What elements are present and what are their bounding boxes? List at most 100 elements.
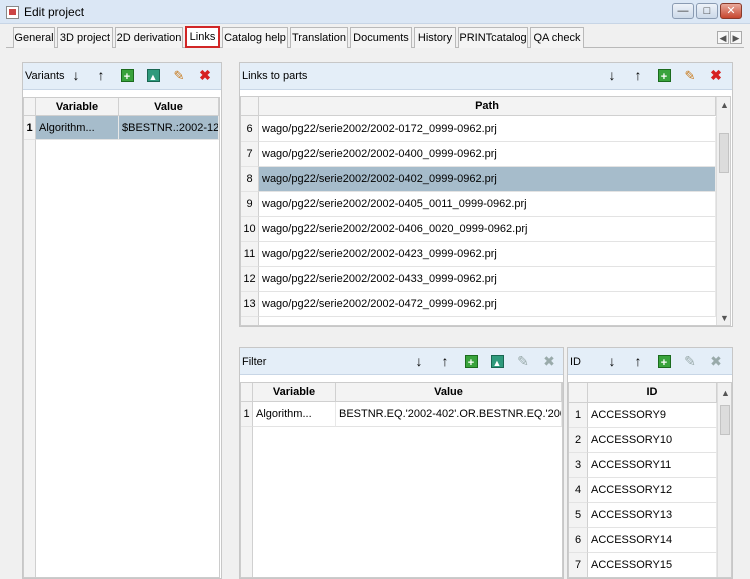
app-icon — [6, 6, 19, 19]
table-row[interactable]: wago/pg22/serie2002/2002-0400_0999-0962.… — [259, 142, 716, 167]
table-row-number[interactable]: 1 — [569, 403, 588, 428]
tab-history[interactable]: History — [414, 27, 456, 48]
edit-icon[interactable]: ✎ — [681, 66, 699, 84]
id-col-id[interactable]: ID — [588, 383, 717, 403]
table-row-number[interactable]: 1 — [24, 116, 36, 140]
close-button[interactable]: ✕ — [720, 3, 742, 19]
filter-col-variable[interactable]: Variable — [253, 383, 336, 402]
add-icon[interactable]: + — [118, 66, 136, 84]
table-row-number[interactable]: 1 — [241, 402, 253, 427]
table-row-number[interactable]: 5 — [569, 503, 588, 528]
arrow-down-icon[interactable]: ↓ — [67, 66, 85, 84]
tab-general[interactable]: General — [13, 27, 55, 48]
variants-cell-variable[interactable]: Algorithm... — [36, 116, 119, 140]
list-item[interactable]: ACCESSORY10 — [588, 428, 717, 453]
filter-row-header-strip — [241, 402, 253, 577]
variants-corner — [24, 98, 36, 116]
scroll-up-icon[interactable]: ▲ — [717, 97, 730, 113]
arrow-down-icon[interactable]: ↓ — [603, 66, 621, 84]
import-icon[interactable]: ▲ — [488, 352, 506, 370]
scroll-thumb[interactable] — [720, 405, 730, 435]
filter-cell-value[interactable]: BESTNR.EQ.'2002-402'.OR.BESTNR.EQ.'2002-… — [336, 402, 562, 427]
variants-title: Variants — [25, 70, 65, 82]
links-title: Links to parts — [242, 70, 308, 82]
edit-icon[interactable]: ✎ — [514, 352, 532, 370]
tab-printcatalog[interactable]: PRINTcatalog — [458, 27, 528, 48]
list-item[interactable]: ACCESSORY15 — [588, 553, 717, 577]
tab-qa-check[interactable]: QA check — [530, 27, 584, 48]
delete-icon[interactable]: ✖ — [196, 66, 214, 84]
table-row-number[interactable]: 6 — [569, 528, 588, 553]
table-row[interactable]: wago/pg22/serie2002/2002-0172_0999-0962.… — [259, 117, 716, 142]
minimize-button[interactable]: — — [672, 3, 694, 19]
list-item[interactable]: ACCESSORY11 — [588, 453, 717, 478]
tab-3d-project[interactable]: 3D project — [57, 27, 113, 48]
filter-corner — [241, 383, 253, 402]
arrow-up-icon[interactable]: ↑ — [629, 66, 647, 84]
maximize-button[interactable]: □ — [696, 3, 718, 19]
variants-col-variable[interactable]: Variable — [36, 98, 119, 116]
id-grid: ID 1 ACCESSORY9 2 ACCESSORY10 3 ACCESSOR… — [568, 382, 732, 578]
variants-col-value[interactable]: Value — [119, 98, 219, 116]
links-corner — [241, 97, 259, 116]
variants-row-header-strip — [24, 116, 36, 577]
variants-cell-value[interactable]: $BESTNR.:2002-1201 — [119, 116, 219, 140]
table-row-number[interactable]: 9 — [241, 192, 259, 217]
delete-icon[interactable]: ✖ — [540, 352, 558, 370]
scroll-down-icon[interactable]: ▼ — [717, 310, 730, 325]
filter-title: Filter — [242, 356, 267, 368]
table-row-number[interactable]: 11 — [241, 242, 259, 267]
table-row-number[interactable]: 8 — [241, 167, 259, 192]
tab-catalog-help[interactable]: Catalog help — [222, 27, 288, 48]
table-row-number[interactable]: 2 — [569, 428, 588, 453]
table-row-number[interactable]: 6 — [241, 117, 259, 142]
list-item[interactable]: ACCESSORY12 — [588, 478, 717, 503]
filter-cell-variable[interactable]: Algorithm... — [253, 402, 336, 427]
title-bar — [0, 0, 750, 24]
arrow-down-icon[interactable]: ↓ — [410, 352, 428, 370]
table-row-selected[interactable]: wago/pg22/serie2002/2002-0402_0999-0962.… — [259, 167, 716, 192]
edit-icon[interactable]: ✎ — [170, 66, 188, 84]
arrow-up-icon[interactable]: ↑ — [629, 352, 647, 370]
delete-icon[interactable]: ✖ — [707, 66, 725, 84]
add-icon[interactable]: + — [655, 352, 673, 370]
links-grid: Path 6 wago/pg22/serie2002/2002-0172_099… — [240, 96, 731, 326]
id-vertical-scrollbar[interactable]: ▲ — [717, 383, 731, 577]
tab-scroll-left-icon[interactable]: ◀ — [717, 31, 729, 44]
tab-2d-derivation[interactable]: 2D derivation — [115, 27, 183, 48]
arrow-up-icon[interactable]: ↑ — [92, 66, 110, 84]
table-row-number[interactable]: 10 — [241, 217, 259, 242]
tab-links[interactable]: Links — [185, 26, 220, 48]
table-row[interactable]: wago/pg22/serie2002/2002-0423_0999-0962.… — [259, 242, 716, 267]
filter-col-value[interactable]: Value — [336, 383, 562, 402]
links-vertical-scrollbar[interactable]: ▲ ▼ — [716, 97, 730, 325]
table-row-number[interactable]: 12 — [241, 267, 259, 292]
list-item[interactable]: ACCESSORY13 — [588, 503, 717, 528]
table-row-number[interactable]: 7 — [569, 553, 588, 577]
id-title: ID — [570, 356, 581, 368]
list-item[interactable]: ACCESSORY9 — [588, 403, 717, 428]
tab-scroll-right-icon[interactable]: ▶ — [730, 31, 742, 44]
table-row-number[interactable]: 4 — [569, 478, 588, 503]
add-icon[interactable]: + — [655, 66, 673, 84]
table-row[interactable]: wago/pg22/serie2002/2002-0472_0999-0962.… — [259, 292, 716, 317]
scroll-thumb[interactable] — [719, 133, 729, 173]
tab-translation[interactable]: Translation — [290, 27, 348, 48]
tab-documents[interactable]: Documents — [350, 27, 412, 48]
table-row-number[interactable]: 3 — [569, 453, 588, 478]
edit-icon[interactable]: ✎ — [681, 352, 699, 370]
delete-icon[interactable]: ✖ — [707, 352, 725, 370]
scroll-up-icon[interactable]: ▲ — [718, 385, 731, 401]
id-corner — [569, 383, 588, 403]
links-partial-row — [259, 107, 716, 117]
table-row[interactable]: wago/pg22/serie2002/2002-0433_0999-0962.… — [259, 267, 716, 292]
arrow-down-icon[interactable]: ↓ — [603, 352, 621, 370]
add-icon[interactable]: + — [462, 352, 480, 370]
arrow-up-icon[interactable]: ↑ — [436, 352, 454, 370]
import-icon[interactable]: ▲ — [144, 66, 162, 84]
list-item[interactable]: ACCESSORY14 — [588, 528, 717, 553]
table-row[interactable]: wago/pg22/serie2002/2002-0405_0011_0999-… — [259, 192, 716, 217]
table-row[interactable]: wago/pg22/serie2002/2002-0406_0020_0999-… — [259, 217, 716, 242]
table-row-number[interactable]: 7 — [241, 142, 259, 167]
table-row-number[interactable]: 13 — [241, 292, 259, 317]
